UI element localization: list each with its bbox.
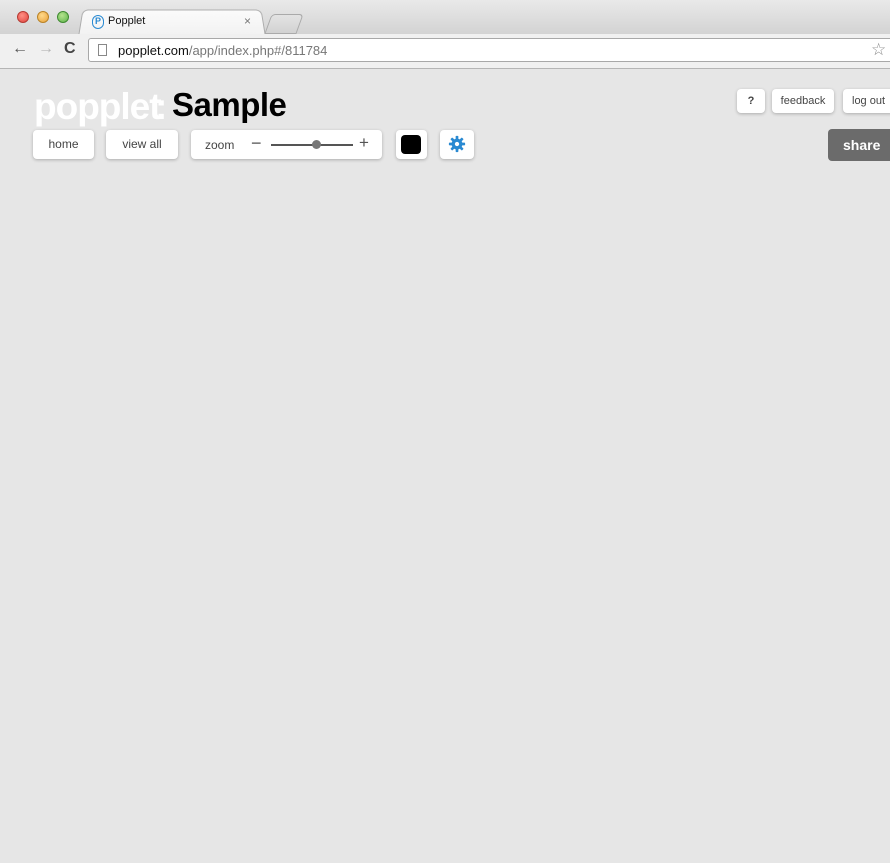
- url-path: /app/index.php#/811784: [188, 43, 328, 58]
- help-button[interactable]: ?: [737, 89, 765, 113]
- address-bar[interactable]: popplet.com/app/index.php#/811784 ☆: [88, 38, 890, 62]
- gear-icon: [448, 135, 466, 153]
- zoom-window-icon[interactable]: [57, 11, 69, 23]
- zoom-slider-handle[interactable]: [311, 140, 321, 149]
- zoom-out-button[interactable]: −: [251, 133, 262, 154]
- home-button[interactable]: home: [33, 130, 94, 159]
- back-arrow-icon[interactable]: ←: [12, 40, 28, 58]
- browser-tab-content[interactable]: P Popplet ×: [90, 12, 260, 32]
- forward-arrow-icon[interactable]: →: [38, 40, 54, 58]
- share-button[interactable]: share: [828, 129, 890, 161]
- tab-title: Popplet: [108, 15, 146, 27]
- settings-button[interactable]: [440, 130, 474, 159]
- browser-toolbar: ← → C popplet.com/app/index.php#/811784 …: [0, 34, 890, 69]
- url-domain: popplet.com: [118, 43, 189, 58]
- bookmark-star-icon[interactable]: ☆: [871, 40, 886, 60]
- color-picker-button[interactable]: [396, 130, 427, 159]
- minimize-window-icon[interactable]: [37, 11, 49, 23]
- popplet-logo[interactable]: popplet: [34, 86, 162, 128]
- logout-button[interactable]: log out: [843, 89, 890, 113]
- feedback-button[interactable]: feedback: [772, 89, 834, 113]
- reload-icon[interactable]: C: [64, 40, 76, 58]
- document-title[interactable]: Sample: [172, 86, 287, 124]
- new-tab-button[interactable]: [264, 14, 304, 34]
- page-icon: [98, 44, 107, 56]
- browser-titlebar: P Popplet ×: [0, 0, 890, 38]
- popplet-canvas[interactable]: [11, 69, 890, 863]
- zoom-label: zoom: [205, 138, 235, 152]
- color-swatch: [401, 135, 421, 154]
- close-window-icon[interactable]: [17, 11, 29, 23]
- zoom-control: zoom − +: [191, 130, 382, 159]
- popplet-favicon-icon: P: [92, 15, 104, 29]
- tab-close-icon[interactable]: ×: [244, 14, 251, 28]
- logo-colon: :: [155, 86, 168, 127]
- zoom-in-button[interactable]: +: [359, 133, 369, 153]
- view-all-button[interactable]: view all: [106, 130, 178, 159]
- url-text[interactable]: popplet.com/app/index.php#/811784: [118, 43, 327, 58]
